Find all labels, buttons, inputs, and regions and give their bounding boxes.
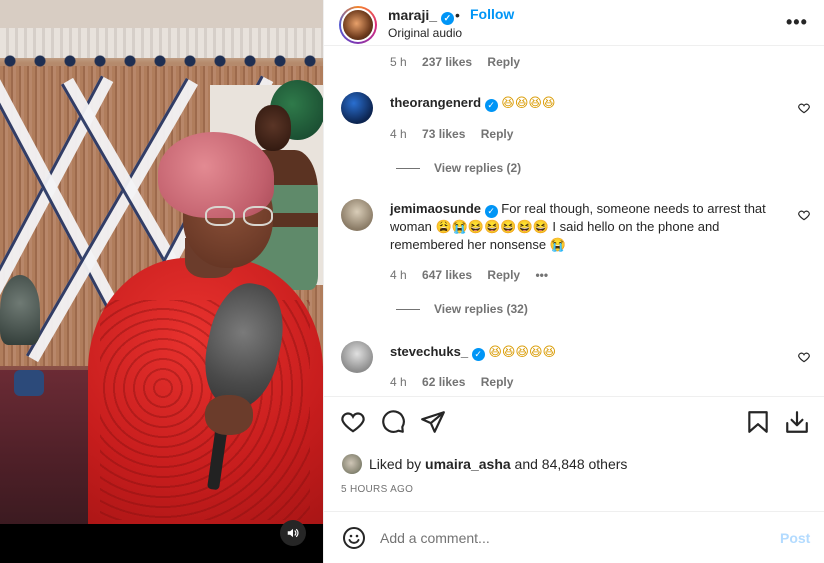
video-frame[interactable]: [0, 0, 323, 524]
floor-speaker: [14, 370, 44, 396]
comment-likes[interactable]: 237 likes: [422, 55, 472, 69]
comment-text: jemimaosunde ✓ For real though, someone …: [390, 200, 770, 254]
speaker-hand: [205, 395, 253, 435]
post-media[interactable]: [0, 0, 323, 563]
comment-more-icon[interactable]: •••: [535, 268, 548, 282]
post-panel: maraji_ ✓ • Follow Original audio ••• 5 …: [323, 0, 824, 563]
view-replies-button[interactable]: View replies (2): [396, 161, 521, 175]
comment-time: 5 h: [390, 55, 407, 69]
commenter-avatar[interactable]: [341, 341, 373, 373]
more-icon[interactable]: •••: [786, 12, 808, 33]
commenter-username[interactable]: jemimaosunde: [390, 201, 481, 216]
comment-meta: 4 h 62 likes Reply: [390, 375, 525, 389]
share-icon[interactable]: [420, 409, 446, 435]
reply-button[interactable]: Reply: [487, 55, 520, 69]
comment-likes[interactable]: 73 likes: [422, 127, 465, 141]
author-avatar[interactable]: [339, 6, 377, 44]
comment-text: theorangenerd ✓ 😆😆😆😆: [390, 94, 770, 113]
previous-comment-meta: 5 h 237 likes Reply: [390, 55, 532, 69]
decor-dots: [0, 54, 323, 68]
background-person-head: [255, 105, 291, 151]
commenter-username[interactable]: theorangenerd: [390, 95, 481, 110]
reply-button[interactable]: Reply: [481, 375, 514, 389]
author-username[interactable]: maraji_: [388, 7, 437, 23]
comment-icon[interactable]: [380, 409, 406, 435]
separator-dot: •: [455, 7, 460, 23]
verified-icon: ✓: [440, 12, 454, 25]
comment-meta: 4 h 73 likes Reply: [390, 127, 525, 141]
comment-time: 4 h: [390, 375, 407, 389]
download-icon[interactable]: [784, 409, 810, 435]
comment-body: 😆😆😆😆😆: [488, 345, 557, 360]
add-comment-bar: Post: [324, 511, 824, 563]
comment-time: 4 h: [390, 268, 407, 282]
author-username-row[interactable]: maraji_ ✓: [388, 7, 454, 25]
post-header: maraji_ ✓ • Follow Original audio •••: [324, 0, 824, 46]
post-actions: Liked by umaira_asha and 84,848 others 5…: [324, 396, 824, 511]
liker-avatar: [342, 454, 362, 474]
commenter-username[interactable]: stevechuks_: [390, 344, 468, 359]
comment-likes[interactable]: 62 likes: [422, 375, 465, 389]
speaker-icon: [287, 528, 299, 538]
likes-suffix[interactable]: and 84,848 others: [515, 456, 628, 472]
reply-button[interactable]: Reply: [481, 127, 514, 141]
comment-text: stevechuks_ ✓ 😆😆😆😆😆: [390, 343, 770, 362]
verified-icon: ✓: [484, 99, 498, 112]
liker-username[interactable]: umaira_asha: [425, 456, 511, 472]
heart-icon[interactable]: [797, 350, 811, 364]
post-comment-button[interactable]: Post: [780, 530, 810, 546]
likes-prefix: Liked by: [369, 456, 422, 472]
heart-icon[interactable]: [797, 101, 811, 115]
comment-likes[interactable]: 647 likes: [422, 268, 472, 282]
post-timestamp: 5 HOURS AGO: [341, 484, 414, 495]
comment-input[interactable]: [380, 527, 760, 549]
comment-body: 😆😆😆😆: [501, 96, 556, 111]
follow-button[interactable]: Follow: [470, 6, 514, 22]
likes-summary[interactable]: Liked by umaira_asha and 84,848 others: [342, 454, 627, 474]
heart-icon[interactable]: [340, 409, 366, 435]
commenter-avatar[interactable]: [341, 92, 373, 124]
ceiling: [0, 0, 323, 30]
verified-icon: ✓: [484, 205, 498, 218]
comment-meta: 4 h 647 likes Reply •••: [390, 268, 560, 282]
plant: [0, 275, 40, 345]
audio-link[interactable]: Original audio: [388, 26, 462, 40]
reply-button[interactable]: Reply: [487, 268, 520, 282]
bookmark-icon[interactable]: [745, 409, 771, 435]
commenter-avatar[interactable]: [341, 199, 373, 231]
comment-time: 4 h: [390, 127, 407, 141]
verified-icon: ✓: [471, 348, 485, 361]
mute-button[interactable]: [280, 520, 306, 546]
heart-icon[interactable]: [797, 208, 811, 222]
view-replies-button[interactable]: View replies (32): [396, 302, 528, 316]
comments-list[interactable]: 5 h 237 likes Reply theorangenerd ✓ 😆😆😆😆…: [324, 46, 824, 396]
glasses: [203, 206, 277, 228]
emoji-icon[interactable]: [342, 526, 366, 550]
